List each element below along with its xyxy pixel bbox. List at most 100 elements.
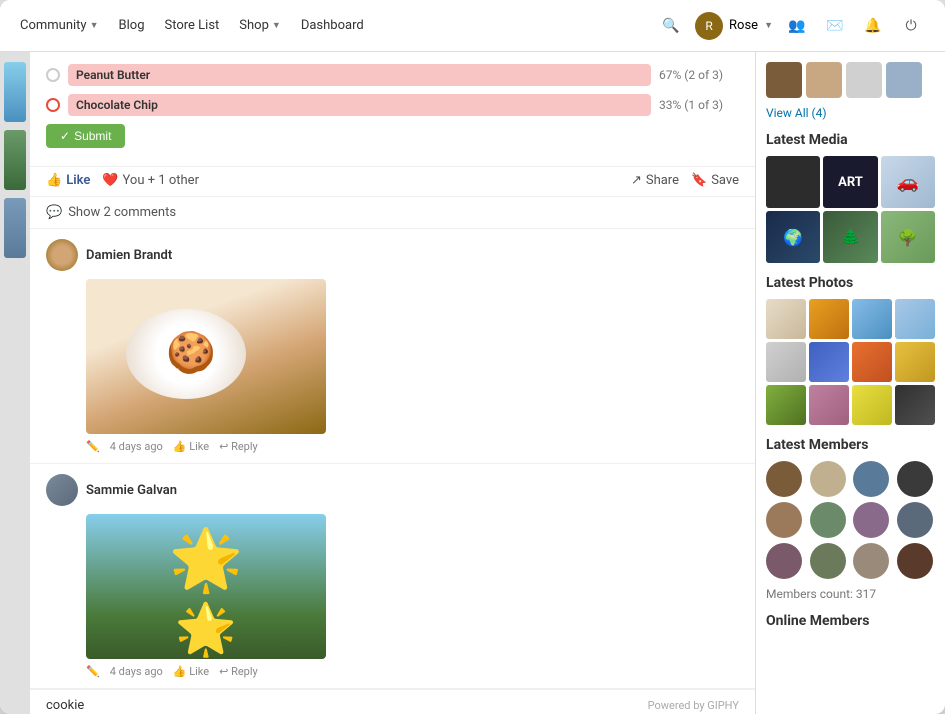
username-label: Rose [729,18,758,33]
member-avatar-5[interactable] [766,502,802,538]
member-avatar-4[interactable] [897,461,933,497]
chevron-down-icon: ▼ [90,20,99,31]
messages-icon[interactable]: ✉️ [821,12,849,40]
member-avatar-1[interactable] [766,461,802,497]
photo-10[interactable] [809,385,849,425]
online-members-title: Online Members [766,613,935,629]
members-grid [766,461,935,579]
poll-option-1: Peanut Butter 67% (2 of 3) [46,64,739,86]
media-thumb-2[interactable]: ART [823,156,877,208]
show-comments-button[interactable]: 💬 Show 2 comments [30,197,755,229]
photo-4[interactable] [895,299,935,339]
photo-8[interactable] [895,342,935,382]
member-avatar-11[interactable] [853,543,889,579]
poll-bar-fill-choco: Chocolate Chip [68,94,651,116]
reply-icon: ↩ [219,440,228,453]
comment-header-2: Sammie Galvan [46,474,739,506]
member-avatar-10[interactable] [810,543,846,579]
photo-3[interactable] [852,299,892,339]
notifications-icon[interactable]: 🔔 [859,12,887,40]
chevron-down-icon-2: ▼ [272,20,281,31]
member-avatar-9[interactable] [766,543,802,579]
left-strip [0,52,30,714]
photo-6[interactable] [809,342,849,382]
top-avatars [766,62,935,98]
user-avatar: R [695,12,723,40]
member-avatar-2[interactable] [810,461,846,497]
media-thumb-5[interactable]: 🌲 [823,211,877,263]
comment-like-2[interactable]: 👍 Like [173,665,209,678]
media-thumb-1[interactable] [766,156,820,208]
giphy-header: cookie Powered by GIPHY [46,698,739,713]
right-sidebar: View All (4) Latest Media ART 🚗 🌍 🌲 🌳 La… [755,52,945,714]
comment-like-1[interactable]: 👍 Like [173,440,209,453]
friends-icon[interactable]: 👥 [783,12,811,40]
poll-option-label-2: Chocolate Chip [76,98,158,112]
search-button[interactable]: 🔍 [657,12,685,40]
photo-11[interactable] [852,385,892,425]
comment-reply-1[interactable]: ↩ Reply [219,440,258,453]
photos-grid [766,299,935,425]
thumbs-up-icon-small-2: 👍 [173,665,187,678]
latest-media-title: Latest Media [766,132,935,148]
checkmark-icon: ✓ [60,129,70,143]
photo-7[interactable] [852,342,892,382]
media-thumb-4[interactable]: 🌍 [766,211,820,263]
member-avatar-7[interactable] [853,502,889,538]
member-avatar-3[interactable] [853,461,889,497]
comment-item-2: Sammie Galvan 🌟 ✏️ 4 days ago 👍 Like ↩ R… [30,464,755,689]
thumbs-up-icon: 👍 [46,173,62,188]
poll-stat-1: 67% (2 of 3) [659,68,739,82]
photo-5[interactable] [766,342,806,382]
poll-radio-1[interactable] [46,68,60,82]
comment-reply-2[interactable]: ↩ Reply [219,665,258,678]
poll-option-2: Chocolate Chip 33% (1 of 3) [46,94,739,116]
latest-members-title: Latest Members [766,437,935,453]
user-chevron-icon: ▼ [764,20,773,31]
comment-time-2: 4 days ago [110,665,163,678]
photo-2[interactable] [809,299,849,339]
poll-section: Peanut Butter 67% (2 of 3) Chocolate Chi… [30,52,755,167]
latest-photos-title: Latest Photos [766,275,935,291]
heart-label: You + 1 other [123,173,199,188]
poll-bar-choco: Chocolate Chip [68,94,651,116]
member-avatar-12[interactable] [897,543,933,579]
member-avatar-6[interactable] [810,502,846,538]
poll-stat-2: 33% (1 of 3) [659,98,739,112]
view-all-link[interactable]: View All (4) [766,106,935,120]
main-feed: Peanut Butter 67% (2 of 3) Chocolate Chi… [30,52,755,714]
members-count: Members count: 317 [766,587,935,601]
reply-icon-2: ↩ [219,665,228,678]
nav-dashboard[interactable]: Dashboard [301,18,364,33]
comment-avatar-2 [46,474,78,506]
nav-blog[interactable]: Blog [119,18,145,33]
submit-button[interactable]: ✓ Submit [46,124,125,148]
member-avatar-8[interactable] [897,502,933,538]
user-menu[interactable]: R Rose ▼ [695,12,773,40]
comment-header-1: Damien Brandt [46,239,739,271]
nav-community[interactable]: Community ▼ [20,18,99,33]
comment-avatar-1 [46,239,78,271]
giphy-search-label: cookie [46,698,84,713]
photo-1[interactable] [766,299,806,339]
share-button[interactable]: ↗ Share [631,173,679,188]
nav-shop[interactable]: Shop ▼ [239,18,281,33]
top-avatar-2 [806,62,842,98]
share-icon: ↗ [631,173,642,188]
thumbs-up-icon-small: 👍 [173,440,187,453]
action-bar: 👍 Like ❤️ You + 1 other ↗ Share 🔖 Save [30,167,755,197]
poll-radio-2[interactable] [46,98,60,112]
like-button[interactable]: 👍 Like [46,173,90,188]
comment-user-1: Damien Brandt [86,248,172,263]
comment-bubble-icon: 💬 [46,205,62,220]
giphy-brand: Powered by GIPHY [648,699,739,712]
power-icon[interactable]: ⏻ [897,12,925,40]
heart-icon: ❤️ [102,173,118,188]
heart-reaction[interactable]: ❤️ You + 1 other [102,173,199,188]
photo-12[interactable] [895,385,935,425]
media-thumb-3[interactable]: 🚗 [881,156,935,208]
media-thumb-6[interactable]: 🌳 [881,211,935,263]
nav-store-list[interactable]: Store List [165,18,220,33]
save-button[interactable]: 🔖 Save [691,173,739,188]
photo-9[interactable] [766,385,806,425]
